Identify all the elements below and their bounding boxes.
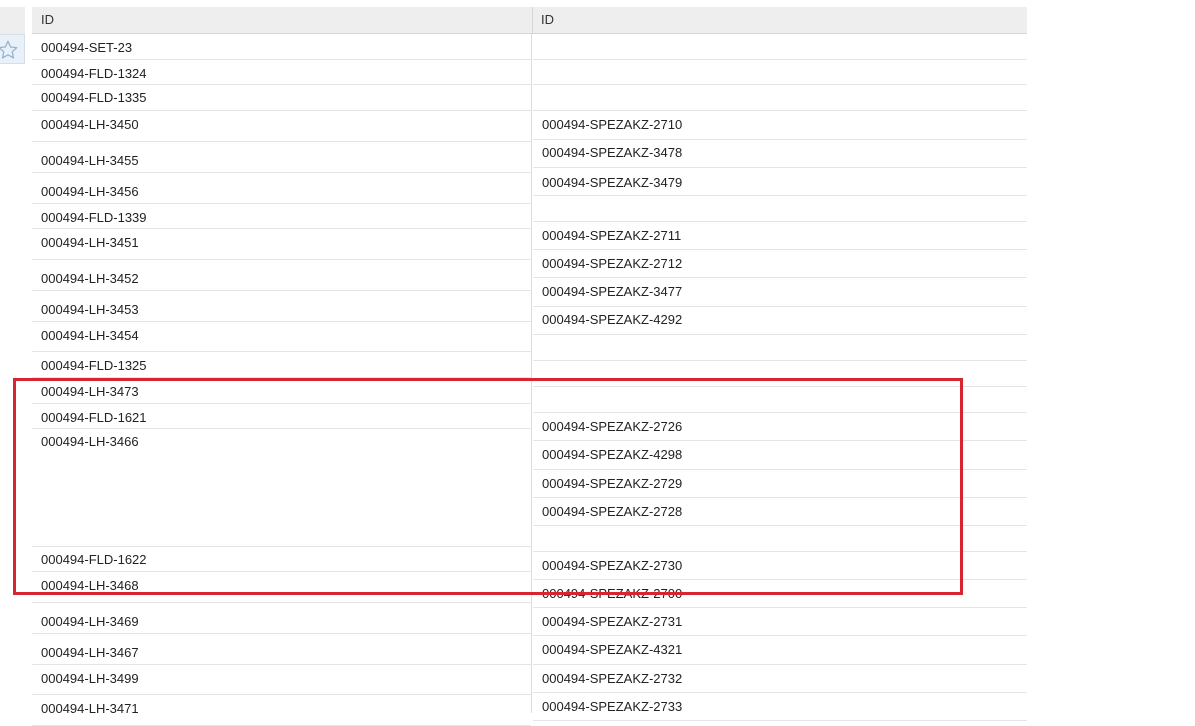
cell-text: 000494-SPEZAKZ-3479 — [542, 175, 683, 190]
table-cell[interactable] — [533, 85, 1027, 111]
cell-text: 000494-LH-3454 — [41, 328, 139, 343]
table-cell[interactable]: 000494-SPEZAKZ-4298 — [533, 441, 1027, 470]
cell-text: 000494-LH-3455 — [41, 153, 139, 168]
table-cell[interactable]: 000494-SPEZAKZ-2731 — [533, 608, 1027, 636]
cell-text: 000494-FLD-1339 — [41, 210, 147, 225]
table-cell[interactable]: 000494-SET-23 — [32, 34, 531, 60]
right-column: 000494-SPEZAKZ-2710 000494-SPEZAKZ-3478 00… — [533, 34, 1027, 721]
cell-text: 000494-SPEZAKZ-3477 — [542, 284, 683, 299]
table-cell[interactable]: 000494-FLD-1622 — [32, 547, 531, 572]
table-cell[interactable]: 000494-LH-3466 — [32, 429, 531, 547]
table-cell[interactable]: 000494-LH-3468 — [32, 572, 531, 603]
cell-text: 000494-LH-3471 — [41, 701, 139, 716]
column-header-id-right[interactable]: ID — [541, 7, 554, 33]
cell-text: 000494-SPEZAKZ-3478 — [542, 145, 683, 160]
cell-text: 000494-SPEZAKZ-2710 — [542, 117, 683, 132]
cell-text: 000494-LH-3467 — [41, 645, 139, 660]
favorite-button[interactable] — [0, 34, 25, 64]
cell-text: 000494-LH-3469 — [41, 614, 139, 629]
table-cell[interactable]: 000494-SPEZAKZ-2710 — [533, 111, 1027, 140]
table-cell[interactable] — [533, 34, 1027, 60]
cell-text: 000494-LH-3451 — [41, 235, 139, 250]
table-cell[interactable] — [533, 526, 1027, 552]
cell-text: 000494-FLD-1324 — [41, 66, 147, 81]
table-cell[interactable] — [533, 60, 1027, 85]
table-cell[interactable] — [533, 387, 1027, 413]
table-cell[interactable]: 000494-SPEZAKZ-2711 — [533, 222, 1027, 250]
cell-text: 000494-SPEZAKZ-2729 — [542, 476, 683, 491]
table-cell[interactable]: 000494-FLD-1325 — [32, 352, 531, 378]
cell-text: 000494-FLD-1335 — [41, 90, 147, 105]
cell-text: 000494-SPEZAKZ-2711 — [542, 228, 682, 243]
cell-text: 000494-LH-3466 — [41, 434, 139, 449]
left-toolbar-strip — [0, 7, 25, 34]
table-cell[interactable] — [533, 196, 1027, 222]
table-cell[interactable]: 000494-SPEZAKZ-2730 — [533, 552, 1027, 580]
column-divider[interactable] — [532, 7, 533, 33]
table-cell[interactable]: 000494-LH-3452 — [32, 260, 531, 291]
cell-text: 000494-SPEZAKZ-2733 — [542, 699, 683, 714]
table-cell[interactable]: 000494-FLD-1339 — [32, 204, 531, 229]
cell-text: 000494-SPEZAKZ-4292 — [542, 312, 683, 327]
table-cell[interactable]: 000494-SPEZAKZ-2732 — [533, 665, 1027, 693]
table-cell[interactable]: 000494-LH-3455 — [32, 142, 531, 173]
table-cell[interactable]: 000494-SPEZAKZ-2729 — [533, 470, 1027, 498]
cell-text: 000494-SPEZAKZ-2726 — [542, 419, 683, 434]
cell-text: 000494-FLD-1622 — [41, 552, 147, 567]
data-grid: ID ID 000494-SET-23 000494-FLD-1324 000494… — [32, 7, 1027, 726]
cell-text: 000494-LH-3453 — [41, 302, 139, 317]
table-cell[interactable]: 000494-SPEZAKZ-4321 — [533, 636, 1027, 665]
cell-text: 000494-LH-3456 — [41, 184, 139, 199]
cell-text: 000494-LH-3452 — [41, 271, 139, 286]
table-cell[interactable]: 000494-LH-3471 — [32, 695, 531, 726]
star-outline-icon — [0, 40, 18, 59]
table-cell[interactable]: 000494-LH-3473 — [32, 378, 531, 404]
cell-text: 000494-LH-3450 — [41, 117, 139, 132]
cell-text: 000494-SPEZAKZ-2730 — [542, 558, 683, 573]
table-cell[interactable]: 000494-LH-3499 — [32, 665, 531, 695]
table-cell[interactable]: 000494-SPEZAKZ-2728 — [533, 498, 1027, 526]
cell-text: 000494-SPEZAKZ-2712 — [542, 256, 683, 271]
cell-text: 000494-SPEZAKZ-2731 — [542, 614, 683, 629]
table-cell[interactable] — [533, 335, 1027, 361]
table-cell[interactable]: 000494-SPEZAKZ-2700 — [533, 580, 1027, 608]
grid-header: ID ID — [32, 7, 1027, 34]
table-cell[interactable]: 000494-SPEZAKZ-2712 — [533, 250, 1027, 278]
table-cell[interactable]: 000494-SPEZAKZ-3478 — [533, 140, 1027, 168]
cell-text: 000494-LH-3499 — [41, 671, 139, 686]
table-cell[interactable]: 000494-FLD-1335 — [32, 85, 531, 111]
table-cell[interactable]: 000494-SPEZAKZ-4292 — [533, 307, 1027, 335]
table-cell[interactable]: 000494-FLD-1324 — [32, 60, 531, 85]
table-cell[interactable]: 000494-LH-3454 — [32, 322, 531, 352]
cell-text: 000494-LH-3473 — [41, 384, 139, 399]
table-cell[interactable]: 000494-SPEZAKZ-3477 — [533, 278, 1027, 307]
table-cell[interactable]: 000494-SPEZAKZ-3479 — [533, 168, 1027, 196]
table-cell[interactable]: 000494-LH-3469 — [32, 603, 531, 634]
cell-text: 000494-SPEZAKZ-2728 — [542, 504, 683, 519]
cell-text: 000494-LH-3468 — [41, 578, 139, 593]
cell-text: 000494-SPEZAKZ-2700 — [542, 586, 683, 601]
cell-text: 000494-FLD-1325 — [41, 358, 147, 373]
table-cell[interactable]: 000494-LH-3450 — [32, 111, 531, 142]
cell-text: 000494-SPEZAKZ-4321 — [542, 642, 683, 657]
table-cell[interactable] — [533, 361, 1027, 387]
table-cell[interactable]: 000494-LH-3456 — [32, 173, 531, 204]
table-cell[interactable]: 000494-LH-3451 — [32, 229, 531, 260]
left-column: 000494-SET-23 000494-FLD-1324 000494-FLD-1… — [32, 34, 532, 726]
table-cell[interactable]: 000494-SPEZAKZ-2726 — [533, 413, 1027, 441]
cell-text: 000494-FLD-1621 — [41, 410, 147, 425]
table-cell[interactable]: 000494-SPEZAKZ-2733 — [533, 693, 1027, 721]
cell-text: 000494-SPEZAKZ-4298 — [542, 447, 683, 462]
column-header-id-left[interactable]: ID — [41, 7, 54, 33]
table-cell[interactable]: 000494-FLD-1621 — [32, 404, 531, 429]
table-cell[interactable]: 000494-LH-3453 — [32, 291, 531, 322]
cell-text: 000494-SET-23 — [41, 40, 133, 55]
table-cell[interactable]: 000494-LH-3467 — [32, 634, 531, 665]
cell-text: 000494-SPEZAKZ-2732 — [542, 671, 683, 686]
